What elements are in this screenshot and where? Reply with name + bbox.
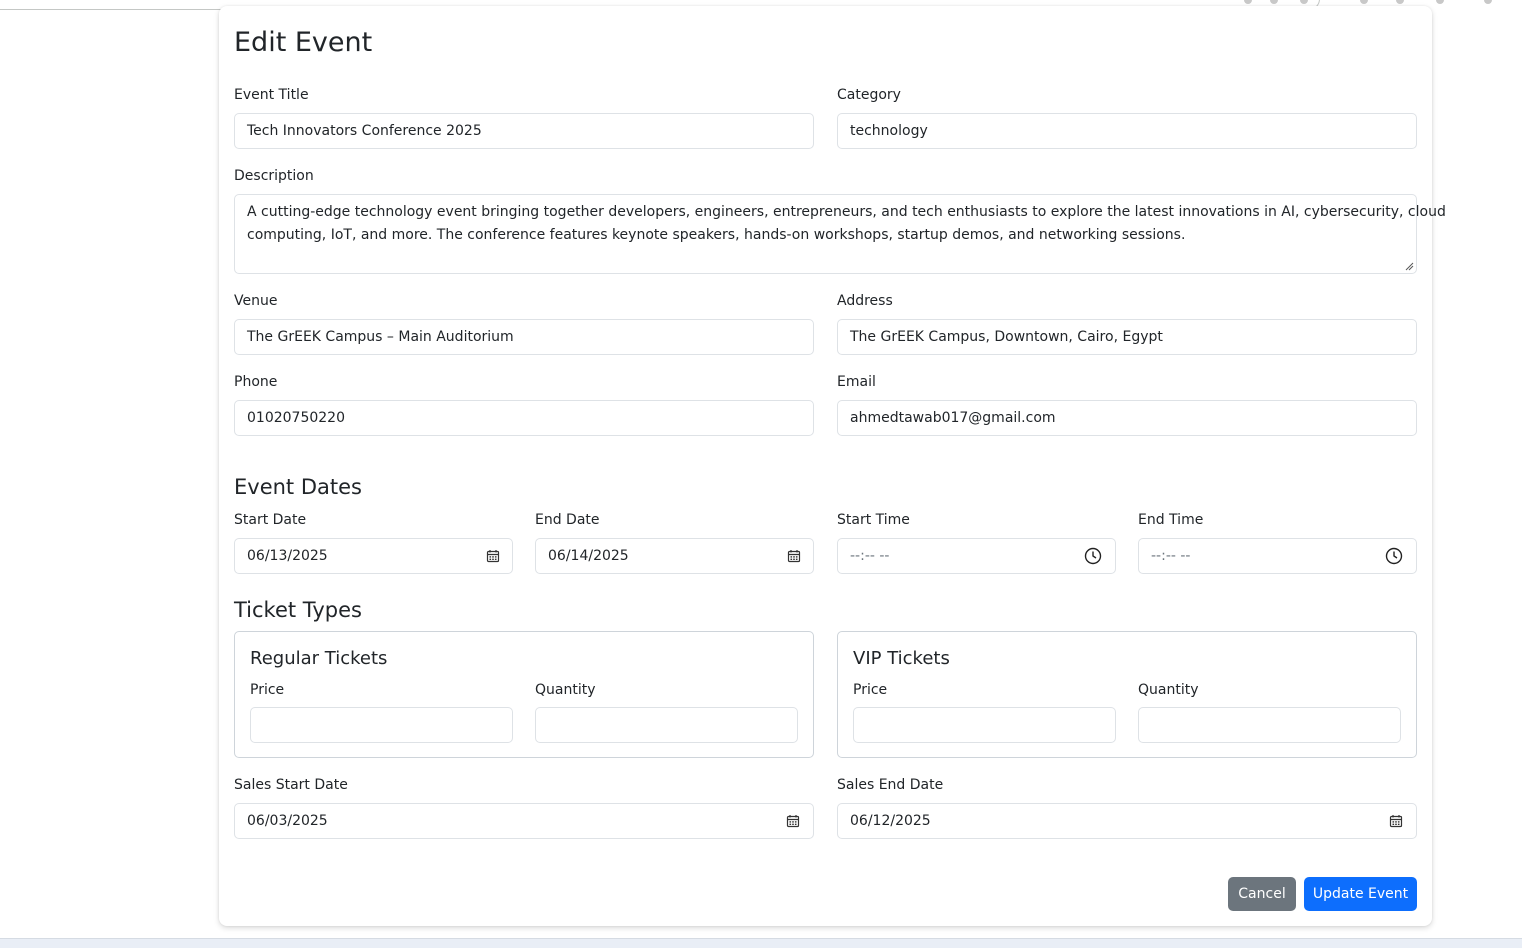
category-label: Category: [837, 87, 901, 103]
phone-input[interactable]: 01020750220: [234, 400, 814, 436]
event-title-label: Event Title: [234, 87, 309, 103]
toolbar-icon[interactable]: [1360, 0, 1368, 4]
calendar-icon[interactable]: [786, 814, 800, 828]
update-event-button[interactable]: Update Event: [1304, 877, 1417, 911]
sales-end-date-value: 06/12/2025: [850, 813, 931, 829]
vip-price-label: Price: [853, 682, 888, 698]
clock-icon[interactable]: [1385, 547, 1403, 565]
start-time-label: Start Time: [837, 512, 910, 528]
start-date-input[interactable]: 06/13/2025: [234, 538, 513, 574]
regular-quantity-input[interactable]: [535, 707, 798, 743]
resize-handle-icon[interactable]: [1405, 262, 1414, 271]
sales-start-date-label: Sales Start Date: [234, 777, 348, 793]
sales-start-date-value: 06/03/2025: [247, 813, 328, 829]
edit-event-card: Edit Event Event Title Tech Innovators C…: [219, 6, 1446, 926]
regular-tickets-title: Regular Tickets: [250, 648, 388, 669]
end-date-label: End Date: [535, 512, 600, 528]
description-line: computing, IoT, and more. The conference…: [247, 227, 1186, 243]
start-date-value: 06/13/2025: [247, 548, 328, 564]
description-label: Description: [234, 168, 314, 184]
end-time-input[interactable]: --:-- --: [1138, 538, 1417, 574]
email-input[interactable]: ahmedtawab017@gmail.com: [837, 400, 1417, 436]
calendar-icon[interactable]: [1389, 814, 1403, 828]
vip-tickets-box: VIP Tickets Price Quantity: [837, 631, 1417, 758]
regular-tickets-box: Regular Tickets Price Quantity: [234, 631, 814, 758]
regular-quantity-label: Quantity: [535, 682, 596, 698]
end-time-label: End Time: [1138, 512, 1204, 528]
event-dates-heading: Event Dates: [234, 475, 362, 499]
sales-end-date-input[interactable]: 06/12/2025: [837, 803, 1417, 839]
phone-label: Phone: [234, 374, 278, 390]
address-label: Address: [837, 293, 893, 309]
cancel-button[interactable]: Cancel: [1228, 877, 1296, 911]
vip-quantity-input[interactable]: [1138, 707, 1401, 743]
vip-tickets-title: VIP Tickets: [853, 648, 950, 669]
description-line: A cutting-edge technology event bringing…: [247, 204, 1446, 220]
event-title-input[interactable]: Tech Innovators Conference 2025: [234, 113, 814, 149]
category-input[interactable]: technology: [837, 113, 1417, 149]
calendar-icon[interactable]: [486, 549, 500, 563]
regular-price-label: Price: [250, 682, 285, 698]
venue-label: Venue: [234, 293, 278, 309]
start-time-value: --:-- --: [850, 548, 890, 564]
sales-end-date-label: Sales End Date: [837, 777, 944, 793]
end-time-value: --:-- --: [1151, 548, 1191, 564]
toolbar-icon[interactable]: [1436, 0, 1444, 4]
window-bottom-edge: [0, 938, 1522, 948]
vip-quantity-label: Quantity: [1138, 682, 1199, 698]
sales-start-date-input[interactable]: 06/03/2025: [234, 803, 814, 839]
ticket-types-heading: Ticket Types: [234, 598, 362, 622]
start-time-input[interactable]: --:-- --: [837, 538, 1116, 574]
toolbar-icon[interactable]: [1396, 0, 1404, 4]
email-label: Email: [837, 374, 876, 390]
regular-price-input[interactable]: [250, 707, 513, 743]
description-textarea[interactable]: A cutting-edge technology event bringing…: [234, 194, 1446, 274]
start-date-label: Start Date: [234, 512, 307, 528]
end-date-input[interactable]: 06/14/2025: [535, 538, 814, 574]
clock-icon[interactable]: [1084, 547, 1102, 565]
menu-icon[interactable]: [1484, 0, 1492, 4]
calendar-icon[interactable]: [787, 549, 801, 563]
vip-price-input[interactable]: [853, 707, 1116, 743]
end-date-value: 06/14/2025: [548, 548, 629, 564]
address-input[interactable]: The GrEEK Campus, Downtown, Cairo, Egypt: [837, 319, 1417, 355]
venue-input[interactable]: The GrEEK Campus – Main Auditorium: [234, 319, 814, 355]
page-title: Edit Event: [234, 27, 373, 58]
